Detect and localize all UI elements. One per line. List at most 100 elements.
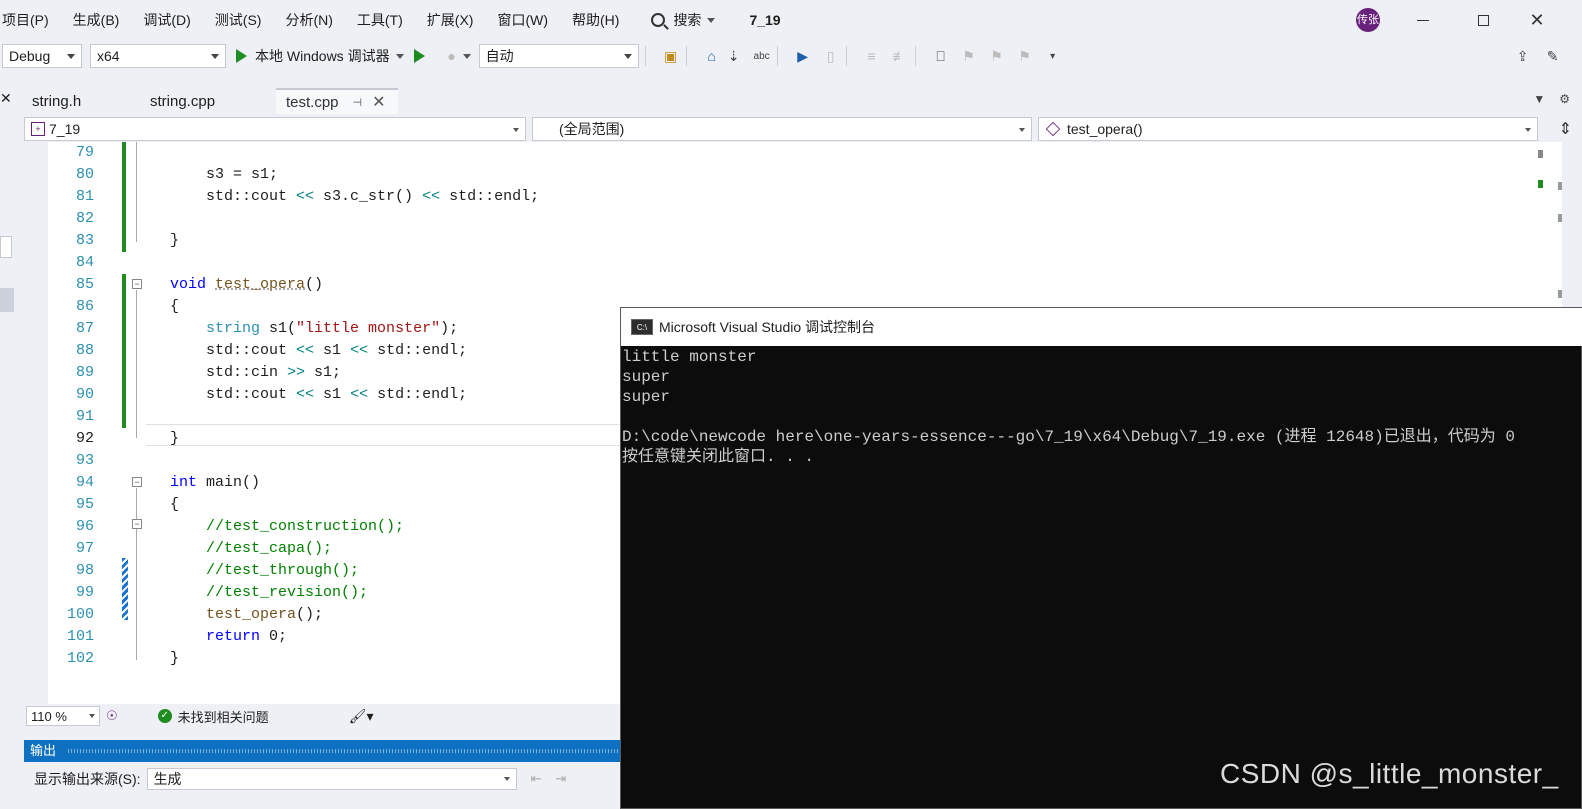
bookmark-icon[interactable]: ⎕ (932, 47, 950, 65)
code-token: string (206, 320, 261, 337)
menu-extensions[interactable]: 扩展(X) (415, 0, 486, 40)
comment-icon[interactable]: ≡ (863, 47, 881, 65)
output-source-select[interactable]: 生成 (146, 768, 517, 790)
code-text: test_opera(); (170, 604, 323, 626)
clear-bookmark-icon[interactable]: ⚑ (1016, 47, 1034, 65)
bookmark-panel-icon[interactable]: ▯ (822, 47, 840, 65)
tab-test-cpp[interactable]: test.cpp ⊣ ✕ (276, 88, 398, 114)
spellcheck-icon[interactable]: abc (753, 47, 771, 65)
close-tab-icon[interactable]: ✕ (372, 92, 385, 112)
line-number: 92 (75, 430, 94, 447)
search-button[interactable]: 搜索 (651, 10, 716, 30)
line-number: 93 (75, 452, 94, 469)
settings-icon[interactable]: ⚙ (1559, 92, 1570, 106)
output-toolbar: 显示输出来源(S): 生成 ⇤ ⇥ (24, 764, 624, 794)
prev-bookmark-icon[interactable]: ⚑ (960, 47, 978, 65)
menu-debug[interactable]: 调试(D) (131, 0, 202, 40)
step-icon[interactable]: ▶ (794, 47, 812, 65)
code-line: 83} (48, 230, 1538, 252)
tab-list-icon[interactable]: ▼ (1533, 92, 1545, 106)
window-icon[interactable]: ⌂ (703, 47, 721, 65)
toolbar-divider (845, 46, 847, 66)
split-icon[interactable]: ⇕ (1559, 119, 1572, 139)
line-number: 87 (75, 320, 94, 337)
method-icon (1045, 121, 1061, 137)
menu-help[interactable]: 帮助(H) (560, 0, 631, 40)
code-token: std::cout (170, 386, 297, 403)
menu-project[interactable]: 项目(P) (0, 0, 61, 40)
project-select[interactable]: + 7_19 (24, 117, 526, 141)
chevron-down-icon (67, 53, 75, 59)
console-output[interactable]: little monster super super D:\code\newco… (621, 346, 1582, 808)
zoom-select[interactable]: 110 % (26, 706, 100, 726)
minimize-button[interactable] (1400, 0, 1446, 40)
code-token: (); (296, 606, 324, 623)
platform-select[interactable]: x64 (90, 44, 226, 68)
code-token: "little monster" (296, 320, 441, 337)
auto-select[interactable]: 自动 (478, 44, 639, 68)
auto-value: 自动 (485, 48, 514, 64)
avatar[interactable]: 传张 (1356, 8, 1380, 32)
code-line: 81 std::cout << s3.c_str() << std::endl; (48, 186, 1538, 208)
code-text: void test_opera() (170, 274, 323, 296)
code-token: << (296, 386, 315, 403)
goto-next-message-icon[interactable]: ⇥ (555, 771, 566, 787)
code-token: int (170, 474, 198, 491)
close-icon[interactable]: ✕ (0, 90, 12, 107)
line-number: 79 (75, 144, 94, 161)
dock-tab[interactable] (0, 236, 12, 258)
folder-search-icon[interactable]: ▣ (662, 47, 680, 65)
config-select[interactable]: Debug (2, 44, 82, 68)
goto-prev-message-icon[interactable]: ⇤ (531, 771, 542, 787)
share-icon[interactable]: ⇪ (1514, 47, 1532, 65)
console-titlebar[interactable]: C:\ Microsoft Visual Studio 调试控制台 (621, 308, 1582, 346)
output-panel-header[interactable]: 输出 (24, 740, 624, 762)
close-window-button[interactable]: ✕ (1514, 0, 1560, 40)
menu-window[interactable]: 窗口(W) (485, 0, 560, 40)
code-text: //test_through(); (170, 562, 360, 579)
pin-icon[interactable]: ⊣ (353, 96, 363, 109)
hot-reload-icon[interactable]: ● (443, 47, 461, 65)
check-icon: ✓ (157, 709, 172, 723)
editor-status-bar: 110 % ☉ ✓ 未找到相关问题 🖌▾ (24, 704, 624, 728)
tab-tools: ▼ ⚙ (1533, 92, 1570, 106)
next-bookmark-icon[interactable]: ⚑ (988, 47, 1006, 65)
code-token: s1 (314, 342, 351, 359)
tab-string-cpp[interactable]: string.cpp (140, 88, 276, 114)
navigation-bar: + 7_19 (全局范围) test_opera() ⇕ (24, 116, 1582, 142)
output-title: 输出 (30, 743, 57, 758)
code-text: int main() (170, 472, 260, 494)
code-text: std::cout << s3.c_str() << std::endl; (170, 186, 539, 208)
issues-status[interactable]: 未找到相关问题 (178, 707, 269, 726)
chevron-down-icon[interactable] (462, 53, 471, 59)
member-select[interactable]: test_opera() (1038, 117, 1538, 141)
tab-string-h[interactable]: string.h (22, 88, 140, 114)
scroll-marker (1558, 182, 1562, 190)
code-token: std::endl; (368, 342, 468, 359)
code-cleanup-icon[interactable]: 🖌▾ (349, 708, 374, 725)
toolbar-overflow-icon[interactable]: ▾ (1044, 47, 1062, 65)
start-without-debug-icon[interactable] (413, 49, 425, 63)
menu-analyze[interactable]: 分析(N) (273, 0, 344, 40)
maximize-button[interactable] (1460, 0, 1506, 40)
console-line: D:\code\newcode here\one-years-essence--… (622, 428, 1515, 446)
dock-tab[interactable] (0, 288, 14, 312)
copilot-icon[interactable]: ☉ (106, 708, 118, 724)
console-title: Microsoft Visual Studio 调试控制台 (659, 319, 876, 335)
format-icon[interactable]: ⇣ (725, 47, 743, 65)
code-token: return (206, 628, 261, 645)
code-token: ); (440, 320, 459, 337)
start-debug-button[interactable]: 本地 Windows 调试器 (236, 46, 404, 66)
code-line: 85 void test_opera() (48, 274, 1538, 296)
line-number: 90 (75, 386, 94, 403)
feedback-icon[interactable]: ✎ (1544, 47, 1562, 65)
code-token: s1( (260, 320, 297, 337)
menu-build[interactable]: 生成(B) (61, 0, 132, 40)
uncomment-icon[interactable]: ≢ (891, 47, 909, 65)
menu-tools[interactable]: 工具(T) (345, 0, 415, 40)
scope-select[interactable]: (全局范围) (532, 117, 1032, 141)
code-token: test_opera (215, 276, 306, 293)
debug-console-window[interactable]: C:\ Microsoft Visual Studio 调试控制台 little… (620, 307, 1582, 809)
menu-test[interactable]: 测试(S) (203, 0, 274, 40)
code-token: s3.c_str() (314, 188, 423, 205)
